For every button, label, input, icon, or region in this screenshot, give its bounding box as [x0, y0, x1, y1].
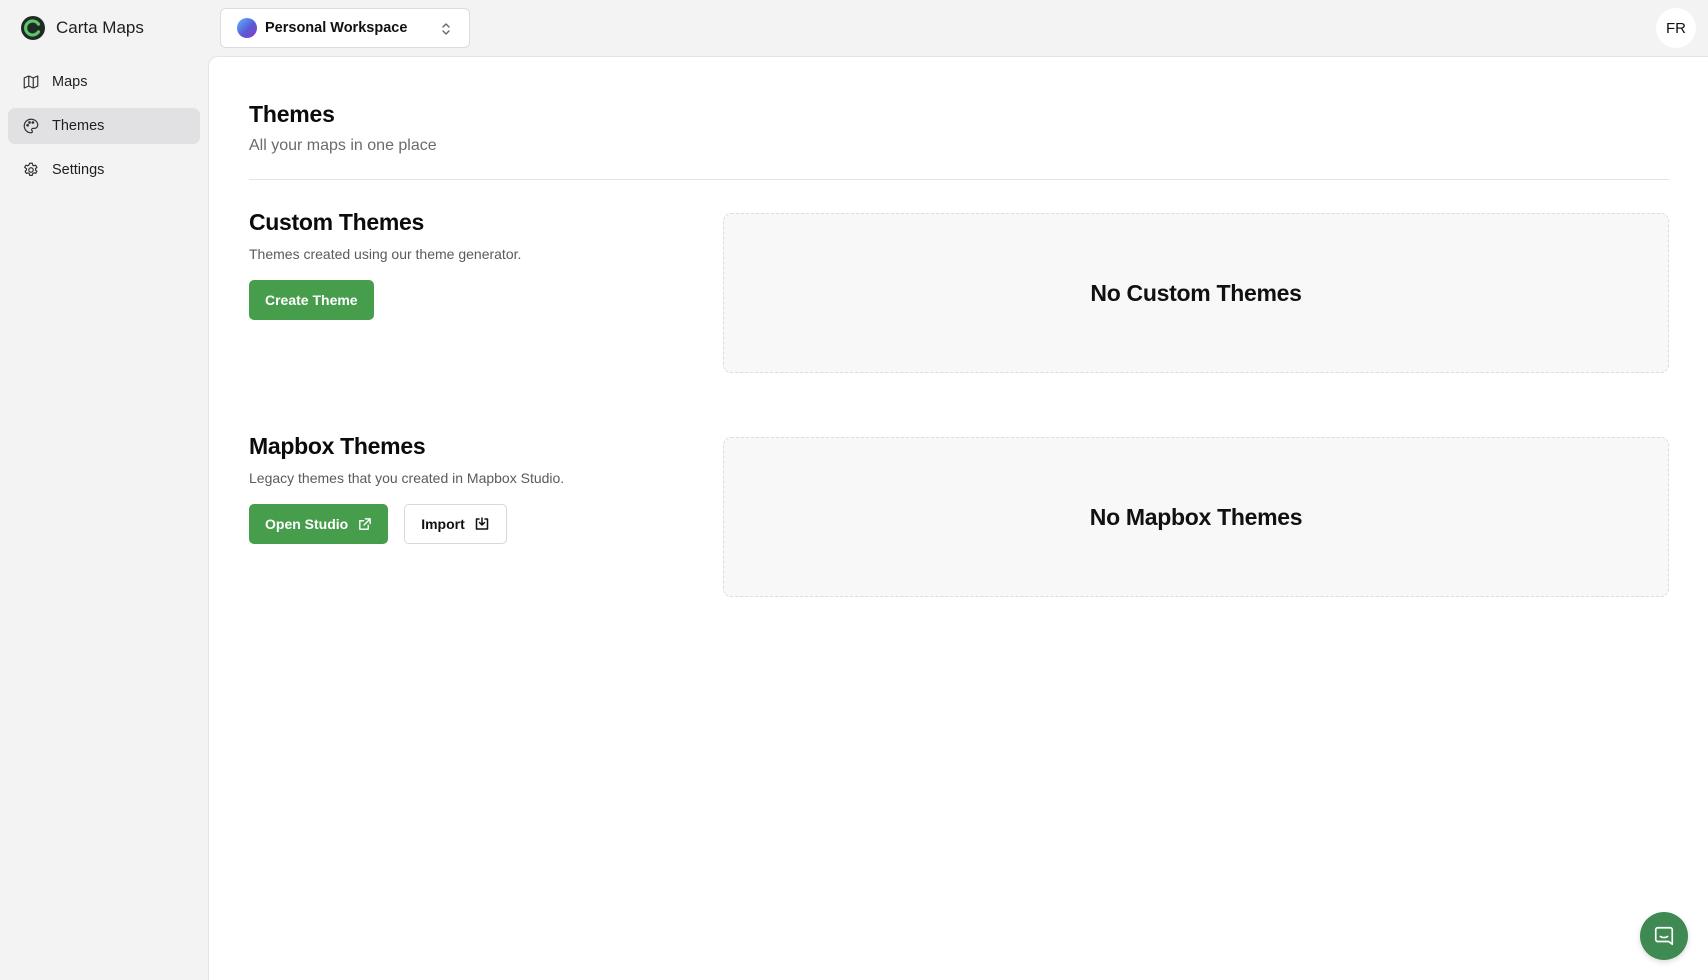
sidebar-nav: Maps Themes Settings [8, 64, 200, 196]
gear-icon [24, 162, 38, 176]
user-avatar[interactable]: FR [1656, 8, 1696, 48]
external-link-icon [359, 517, 372, 530]
empty-state-label: No Mapbox Themes [1089, 503, 1303, 530]
open-studio-label: Open Studio [265, 516, 349, 532]
divider [249, 179, 1669, 180]
workspace-switcher[interactable]: Personal Workspace [220, 8, 470, 48]
page-title: Themes [249, 101, 335, 127]
mapbox-themes-empty-state: No Mapbox Themes [723, 437, 1669, 597]
sidebar-item-settings[interactable]: Settings [8, 152, 200, 188]
sidebar: Carta Maps Maps Themes Settings [0, 0, 208, 980]
map-icon [23, 75, 39, 89]
workspace-avatar [237, 18, 257, 38]
open-studio-button[interactable]: Open Studio [249, 504, 389, 544]
import-label: Import [421, 516, 465, 532]
empty-state-label: No Custom Themes [1090, 279, 1302, 306]
section-title: Custom Themes [249, 209, 425, 235]
custom-themes-info: Custom Themes Themes created using our t… [249, 209, 669, 320]
sidebar-item-label: Maps [52, 74, 88, 90]
workspace-name: Personal Workspace [265, 20, 408, 36]
mapbox-themes-info: Mapbox Themes Legacy themes that you cre… [249, 433, 669, 544]
main-panel: Themes All your maps in one place Custom… [208, 56, 1708, 980]
sidebar-item-themes[interactable]: Themes [8, 108, 200, 144]
button-row: Open Studio Import [249, 504, 669, 544]
chat-icon [1654, 926, 1674, 946]
section-description: Themes created using our theme generator… [249, 246, 522, 262]
page-subtitle: All your maps in one place [249, 137, 437, 154]
section-title: Mapbox Themes [249, 433, 426, 459]
app-name: Carta Maps [56, 18, 144, 37]
chevron-up-down-icon [442, 23, 450, 35]
custom-themes-empty-state: No Custom Themes [723, 213, 1669, 373]
palette-icon [23, 118, 39, 134]
brand[interactable]: Carta Maps [20, 15, 144, 41]
import-button[interactable]: Import [404, 504, 507, 544]
import-icon [475, 517, 489, 530]
sidebar-item-maps[interactable]: Maps [8, 64, 200, 100]
sidebar-item-label: Themes [52, 118, 105, 134]
page-header: Themes All your maps in one place [249, 101, 1669, 155]
button-row: Create Theme [249, 280, 669, 320]
app-window: Carta Maps Maps Themes Settings Personal… [0, 0, 1708, 980]
create-theme-button[interactable]: Create Theme [249, 280, 374, 320]
sidebar-item-label: Settings [52, 162, 105, 178]
carta-logo-icon [21, 16, 45, 40]
help-chat-button[interactable] [1640, 912, 1688, 960]
section-description: Legacy themes that you created in Mapbox… [249, 470, 565, 486]
